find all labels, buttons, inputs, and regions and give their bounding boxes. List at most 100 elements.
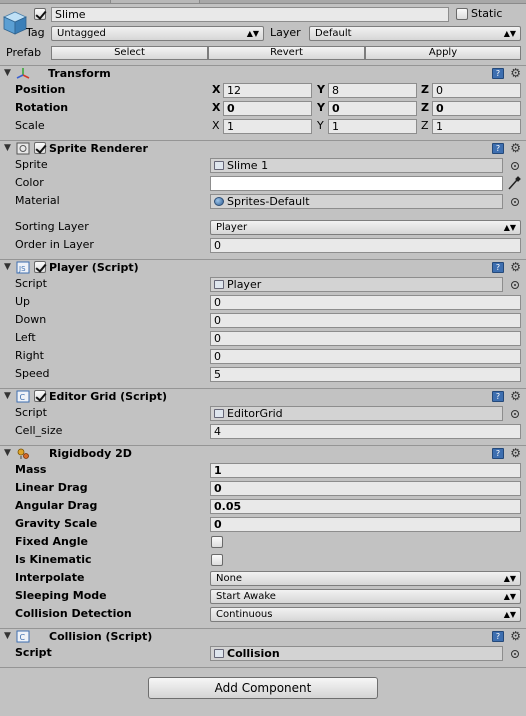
speed-field[interactable]: 5 — [210, 367, 521, 382]
transform-header[interactable]: ▼ Transform ? ⚙ — [0, 65, 526, 82]
fixed-angle-checkbox[interactable] — [211, 536, 223, 548]
foldout-arrow-icon[interactable]: ▼ — [4, 631, 11, 641]
object-picker-icon[interactable] — [511, 410, 519, 418]
rigidbody2d-header[interactable]: ▼ Rigidbody 2D ? ⚙ — [0, 445, 526, 462]
up-field[interactable]: 0 — [210, 295, 521, 310]
help-book-icon[interactable]: ? — [492, 631, 504, 642]
down-field[interactable]: 0 — [210, 313, 521, 328]
help-book-icon[interactable]: ? — [492, 143, 504, 154]
help-book-icon[interactable]: ? — [492, 262, 504, 273]
player-script-label: Script — [15, 277, 47, 290]
player-script-value: Player — [227, 278, 262, 291]
color-swatch[interactable] — [210, 176, 503, 191]
gameobject-header: Slime Static Tag Untagged ▲▼ Layer Defaul… — [0, 4, 526, 62]
editor-grid-header[interactable]: ▼ C Editor Grid (Script) ? ⚙ — [0, 388, 526, 405]
svg-text:JS: JS — [18, 265, 26, 273]
scale-z-field[interactable]: 1 — [432, 119, 521, 134]
material-object-field[interactable]: Sprites-Default — [210, 194, 503, 209]
sprite-object-field[interactable]: Slime 1 — [210, 158, 503, 173]
gear-icon[interactable]: ⚙ — [510, 260, 521, 274]
rotation-z-field[interactable]: 0 — [432, 101, 521, 116]
interpolate-value: None — [216, 573, 243, 584]
collision-script-header[interactable]: ▼ C Collision (Script) ? ⚙ — [0, 628, 526, 645]
collision-script-title: Collision (Script) — [49, 630, 153, 643]
mass-field[interactable]: 1 — [210, 463, 521, 478]
scale-y-field[interactable]: 1 — [328, 119, 417, 134]
add-component-button[interactable]: Add Component — [148, 677, 378, 699]
left-field[interactable]: 0 — [210, 331, 521, 346]
help-book-icon[interactable]: ? — [492, 448, 504, 459]
layer-label: Layer — [270, 26, 301, 39]
interpolate-label: Interpolate — [15, 571, 85, 584]
prefab-select-button[interactable]: Select — [51, 46, 208, 60]
transform-title: Transform — [48, 67, 111, 80]
sprite-renderer-enabled-checkbox[interactable] — [34, 142, 46, 154]
player-script-enabled-checkbox[interactable] — [34, 261, 46, 273]
collision-detection-dropdown[interactable]: Continuous ▲▼ — [210, 607, 521, 622]
collision-script-object-field[interactable]: Collision — [210, 646, 503, 661]
angular-drag-field[interactable]: 0.05 — [210, 499, 521, 514]
gravity-scale-field[interactable]: 0 — [210, 517, 521, 532]
tag-dropdown[interactable]: Untagged ▲▼ — [51, 26, 264, 41]
gear-icon[interactable]: ⚙ — [510, 389, 521, 403]
collision-script-label: Script — [15, 646, 52, 659]
gear-icon[interactable]: ⚙ — [510, 446, 521, 460]
prefab-revert-button[interactable]: Revert — [208, 46, 365, 60]
position-z-field[interactable]: 0 — [432, 83, 521, 98]
scale-x-label: X — [212, 119, 220, 132]
position-label: Position — [15, 83, 66, 96]
rigidbody2d-title: Rigidbody 2D — [49, 447, 132, 460]
gear-icon[interactable]: ⚙ — [510, 629, 521, 643]
prefab-apply-button[interactable]: Apply — [365, 46, 521, 60]
object-picker-icon[interactable] — [511, 281, 519, 289]
fixed-angle-label: Fixed Angle — [15, 535, 88, 548]
foldout-arrow-icon[interactable]: ▼ — [4, 262, 11, 272]
help-book-icon[interactable]: ? — [492, 68, 504, 79]
gear-icon[interactable]: ⚙ — [510, 66, 521, 80]
static-checkbox[interactable] — [456, 8, 468, 20]
tag-value: Untagged — [57, 28, 106, 39]
rotation-z-label: Z — [421, 101, 429, 114]
position-y-field[interactable]: 8 — [328, 83, 417, 98]
layer-dropdown[interactable]: Default ▲▼ — [309, 26, 521, 41]
linear-drag-field[interactable]: 0 — [210, 481, 521, 496]
right-field[interactable]: 0 — [210, 349, 521, 364]
player-script-object-field[interactable]: Player — [210, 277, 503, 292]
sorting-layer-value: Player — [216, 222, 248, 233]
object-picker-icon[interactable] — [511, 198, 519, 206]
object-picker-icon[interactable] — [511, 162, 519, 170]
gameobject-active-checkbox[interactable] — [34, 8, 46, 20]
foldout-arrow-icon[interactable]: ▼ — [4, 143, 11, 153]
left-label: Left — [15, 331, 36, 344]
foldout-arrow-icon[interactable]: ▼ — [4, 448, 11, 458]
rotation-y-field[interactable]: 0 — [328, 101, 417, 116]
dropdown-arrow-icon: ▲▼ — [246, 29, 259, 38]
sprite-renderer-header[interactable]: ▼ Sprite Renderer ? ⚙ — [0, 140, 526, 157]
eyedropper-icon[interactable] — [507, 176, 521, 191]
object-picker-icon[interactable] — [511, 650, 519, 658]
player-script-header[interactable]: ▼ JS Player (Script) ? ⚙ — [0, 259, 526, 276]
cell-size-field[interactable]: 4 — [210, 424, 521, 439]
material-sphere-icon — [214, 197, 224, 206]
linear-drag-label: Linear Drag — [15, 481, 88, 494]
is-kinematic-checkbox[interactable] — [211, 554, 223, 566]
editor-grid-enabled-checkbox[interactable] — [34, 390, 46, 402]
help-book-icon[interactable]: ? — [492, 391, 504, 402]
gravity-scale-label: Gravity Scale — [15, 517, 98, 530]
collision-script-value: Collision — [227, 647, 280, 660]
sprite-value: Slime 1 — [227, 159, 269, 172]
sleeping-mode-dropdown[interactable]: Start Awake ▲▼ — [210, 589, 521, 604]
foldout-arrow-icon[interactable]: ▼ — [4, 391, 11, 401]
rigidbody-icon — [17, 448, 29, 459]
scale-x-field[interactable]: 1 — [223, 119, 312, 134]
mass-label: Mass — [15, 463, 47, 476]
gear-icon[interactable]: ⚙ — [510, 141, 521, 155]
order-in-layer-field[interactable]: 0 — [210, 238, 521, 253]
sorting-layer-dropdown[interactable]: Player ▲▼ — [210, 220, 521, 235]
foldout-arrow-icon[interactable]: ▼ — [4, 68, 11, 78]
interpolate-dropdown[interactable]: None ▲▼ — [210, 571, 521, 586]
rotation-x-field[interactable]: 0 — [223, 101, 312, 116]
editor-grid-script-object-field[interactable]: EditorGrid — [210, 406, 503, 421]
gameobject-name-field[interactable]: Slime — [51, 7, 449, 22]
position-x-field[interactable]: 12 — [223, 83, 312, 98]
